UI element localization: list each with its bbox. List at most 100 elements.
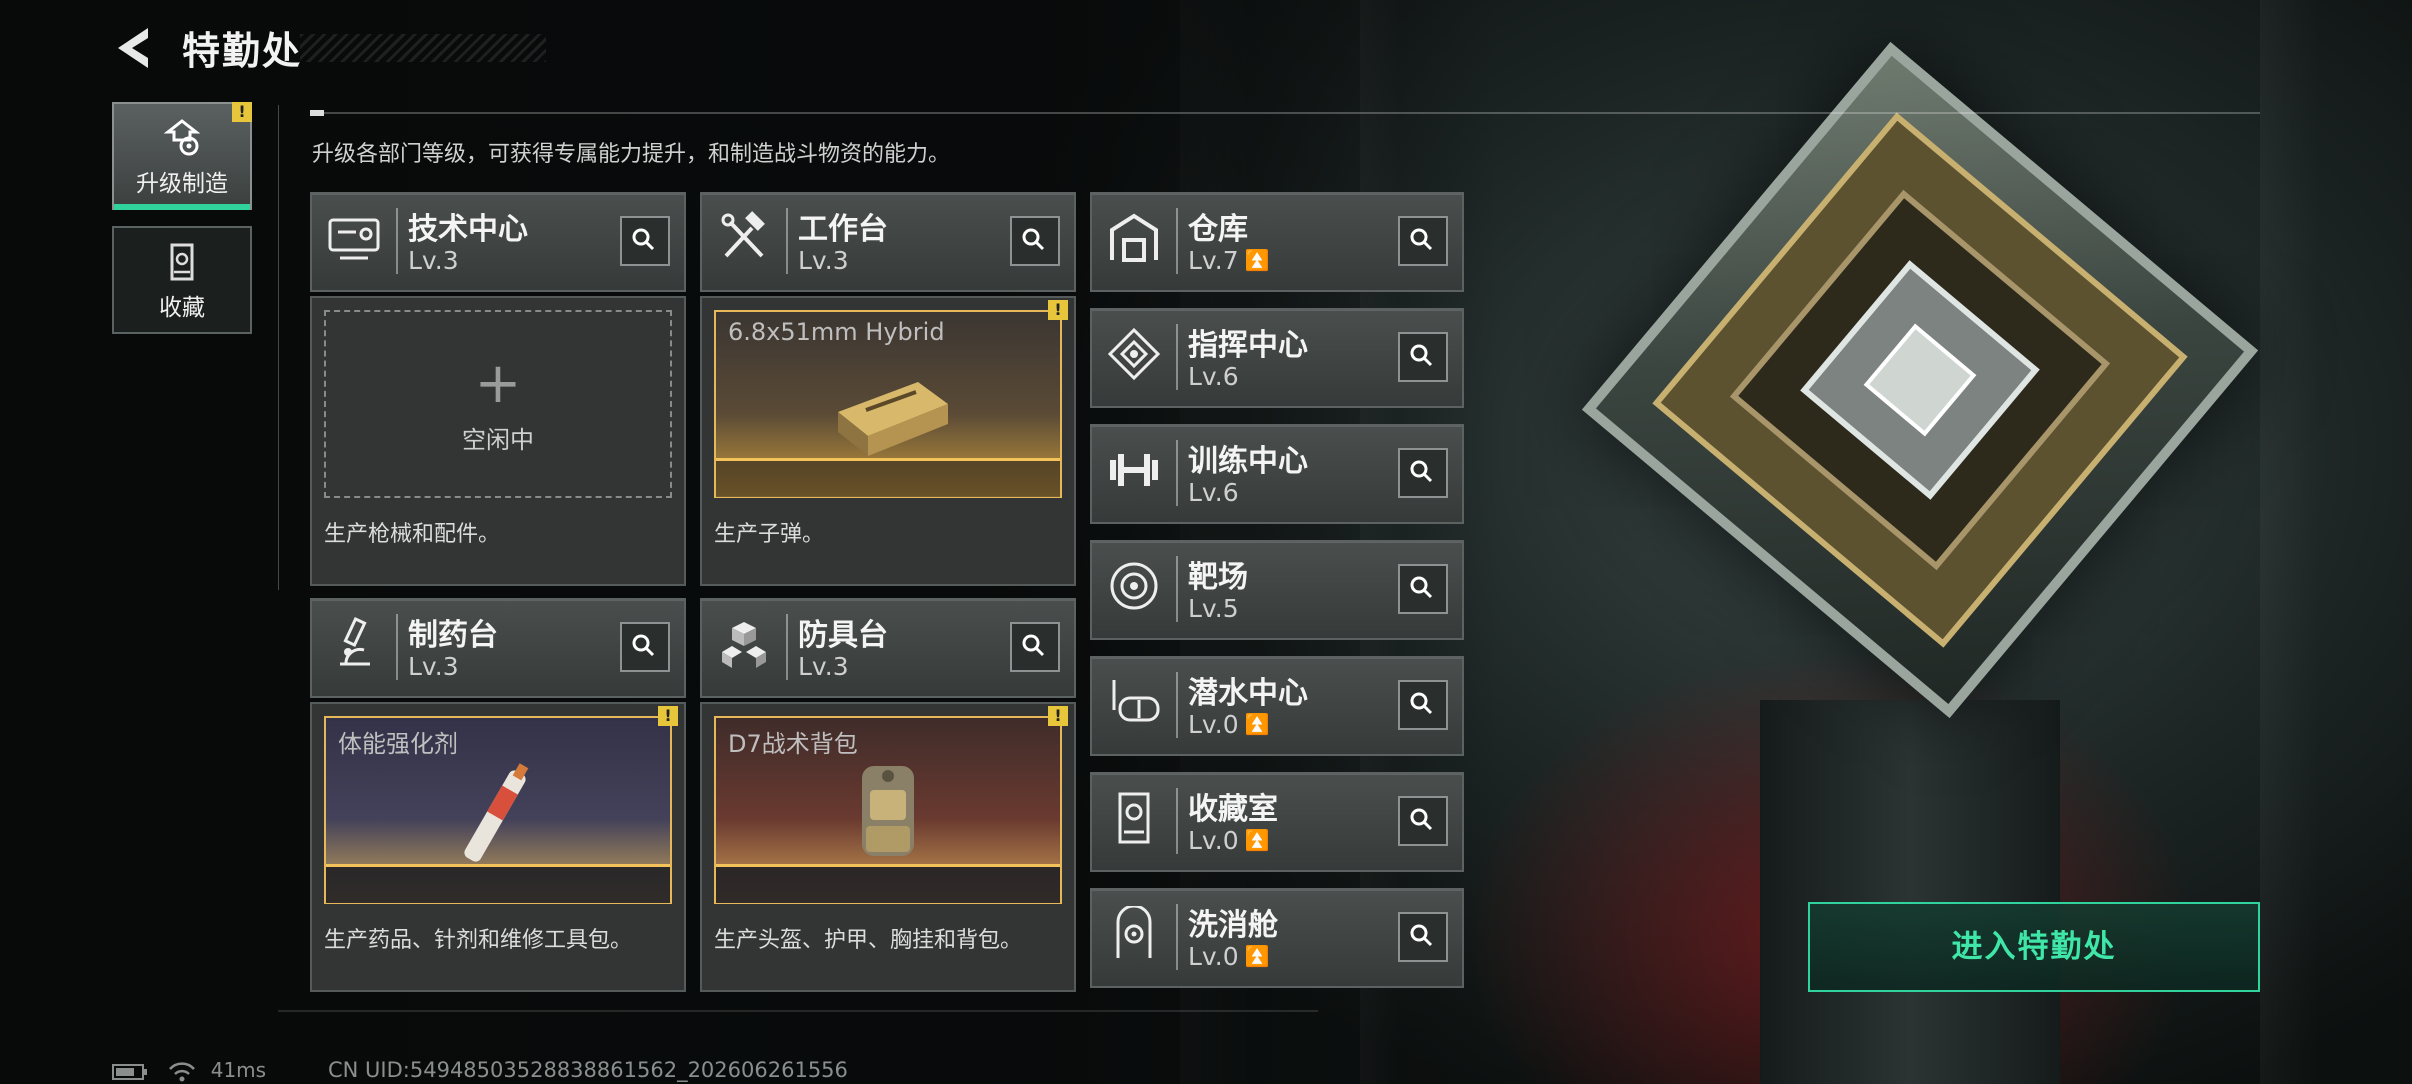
upgrade-icon [163,119,201,156]
empty-slot[interactable]: + 空闲中 [324,310,672,498]
production-item[interactable]: 6.8x51mm Hybrid [714,310,1062,498]
bottom-divider [278,1010,1318,1012]
tab-collection[interactable]: 收藏 [112,226,252,334]
facility-pharmacy[interactable]: 制药台 Lv.3 [310,598,686,698]
inspect-button[interactable] [1010,622,1060,672]
facility-command-center[interactable]: 指挥中心 Lv.6 [1090,308,1464,408]
facility-warehouse[interactable]: 仓库 Lv.7 ⏫ [1090,192,1464,292]
facility-level-row: Lv.0 ⏫ [1188,826,1270,855]
upgrade-available-icon: ⏫ [1244,828,1270,852]
inspect-button[interactable] [1398,680,1448,730]
facility-shooting-range[interactable]: 靶场 Lv.5 [1090,540,1464,640]
production-description: 生产药品、针剂和维修工具包。 [324,928,633,953]
facility-level: Lv.6 [1188,478,1239,507]
production-description: 生产子弹。 [714,522,825,547]
production-slot-armor-bench[interactable]: D7战术背包 ! 生产头盔、护甲、胸挂和背包。 [700,702,1076,992]
ping-readout: 41ms [210,1058,267,1082]
inspect-button[interactable] [1398,216,1448,266]
inspect-button[interactable] [1398,796,1448,846]
player-uid: CN UID:5494850352883886156​2_20260626155… [328,1058,848,1082]
item-name: 6.8x51mm Hybrid [728,318,945,346]
inspect-button[interactable] [620,216,670,266]
facility-name: 潜水中心 [1188,676,1308,711]
alert-badge: ! [232,102,252,122]
enter-special-ops-button[interactable]: 进入特勤处 [1808,902,2260,992]
search-icon [1410,924,1433,947]
divider-line [310,112,2260,114]
facility-level: Lv.7 [1188,246,1239,275]
facility-level-row: Lv.0 ⏫ [1188,710,1270,739]
facility-level: Lv.3 [798,246,849,275]
side-divider [278,105,279,590]
facility-name: 训练中心 [1188,444,1308,479]
slot-state: 空闲中 [462,426,534,454]
facility-level: Lv.3 [408,652,459,681]
inspect-button[interactable] [620,622,670,672]
facility-name: 指挥中心 [1188,328,1308,363]
inspect-button[interactable] [1398,448,1448,498]
facility-name: 仓库 [1188,212,1248,247]
search-icon [1410,228,1433,251]
upgrade-available-icon: ⏫ [1244,248,1270,272]
wifi-icon [169,1061,196,1081]
search-icon [632,634,655,657]
facility-armor-bench[interactable]: 防具台 Lv.3 [700,598,1076,698]
inspect-button[interactable] [1010,216,1060,266]
production-item[interactable]: 体能强化剂 [324,716,672,904]
tab-upgrade-craft-label: 升级制造 [136,171,228,197]
title-decoration [300,34,546,62]
hammer-wrench-icon [721,211,765,258]
facility-training-center[interactable]: 训练中心 Lv.6 [1090,424,1464,524]
back-arrow-icon [118,28,148,68]
facility-decontamination-pod[interactable]: 洗消舱 Lv.0 ⏫ [1090,888,1464,988]
divider-tick [310,110,324,116]
inspect-button[interactable] [1398,564,1448,614]
facility-name: 收藏室 [1188,792,1278,827]
active-tab-indicator [114,204,250,210]
facility-level: Lv.0 [1188,710,1239,739]
alert-badge: ! [1048,706,1068,726]
facility-name: 制药台 [408,618,498,653]
dumbbell-icon [1110,454,1158,486]
search-icon [1410,344,1433,367]
backpack-icon [862,766,914,856]
facility-level: Lv.5 [1188,594,1239,623]
inspect-button[interactable] [1398,332,1448,382]
search-icon [1410,576,1433,599]
enter-button-label: 进入特勤处 [1951,929,2117,965]
facility-name: 防具台 [798,618,888,653]
production-slot-tech-center[interactable]: + 空闲中 生产枪械和配件。 [310,296,686,586]
facility-diving-center[interactable]: 潜水中心 Lv.0 ⏫ [1090,656,1464,756]
production-slot-pharmacy[interactable]: 体能强化剂 ! 生产药品、针剂和维修工具包。 [310,702,686,992]
facility-name: 洗消舱 [1188,908,1278,943]
microscope-icon [340,617,370,666]
ammo-box-icon [838,382,948,456]
battery-icon [112,1063,147,1080]
facility-workbench[interactable]: 工作台 Lv.3 [700,192,1076,292]
upgrade-available-icon: ⏫ [1244,712,1270,736]
facility-level: Lv.0 [1188,942,1239,971]
tech-center-icon [328,218,380,260]
status-bar: 41ms [112,1058,266,1082]
tab-upgrade-craft[interactable]: 升级制造 ! [112,102,252,210]
alert-badge: ! [658,706,678,726]
facility-level-row: Lv.0 ⏫ [1188,942,1270,971]
search-icon [632,228,655,251]
facility-level-row: Lv.7 ⏫ [1188,246,1270,275]
command-emblem-icon [1107,327,1161,381]
production-description: 生产头盔、护甲、胸挂和背包。 [714,928,1023,953]
search-icon [1022,634,1045,657]
production-slot-workbench[interactable]: 6.8x51mm Hybrid ! 生产子弹。 [700,296,1076,586]
facility-collection-room[interactable]: 收藏室 Lv.0 ⏫ [1090,772,1464,872]
inspect-button[interactable] [1398,912,1448,962]
facility-cube-model [1520,20,2320,820]
facility-level: Lv.6 [1188,362,1239,391]
display-case-icon [1118,792,1150,844]
back-button[interactable] [112,24,158,72]
tab-collection-label: 收藏 [159,295,205,321]
production-item[interactable]: D7战术背包 [714,716,1062,904]
facility-tech-center[interactable]: 技术中心 Lv.3 [310,192,686,292]
diving-mask-icon [1112,680,1160,722]
page-title: 特勤处 [182,29,303,73]
facility-name: 靶场 [1188,560,1248,595]
